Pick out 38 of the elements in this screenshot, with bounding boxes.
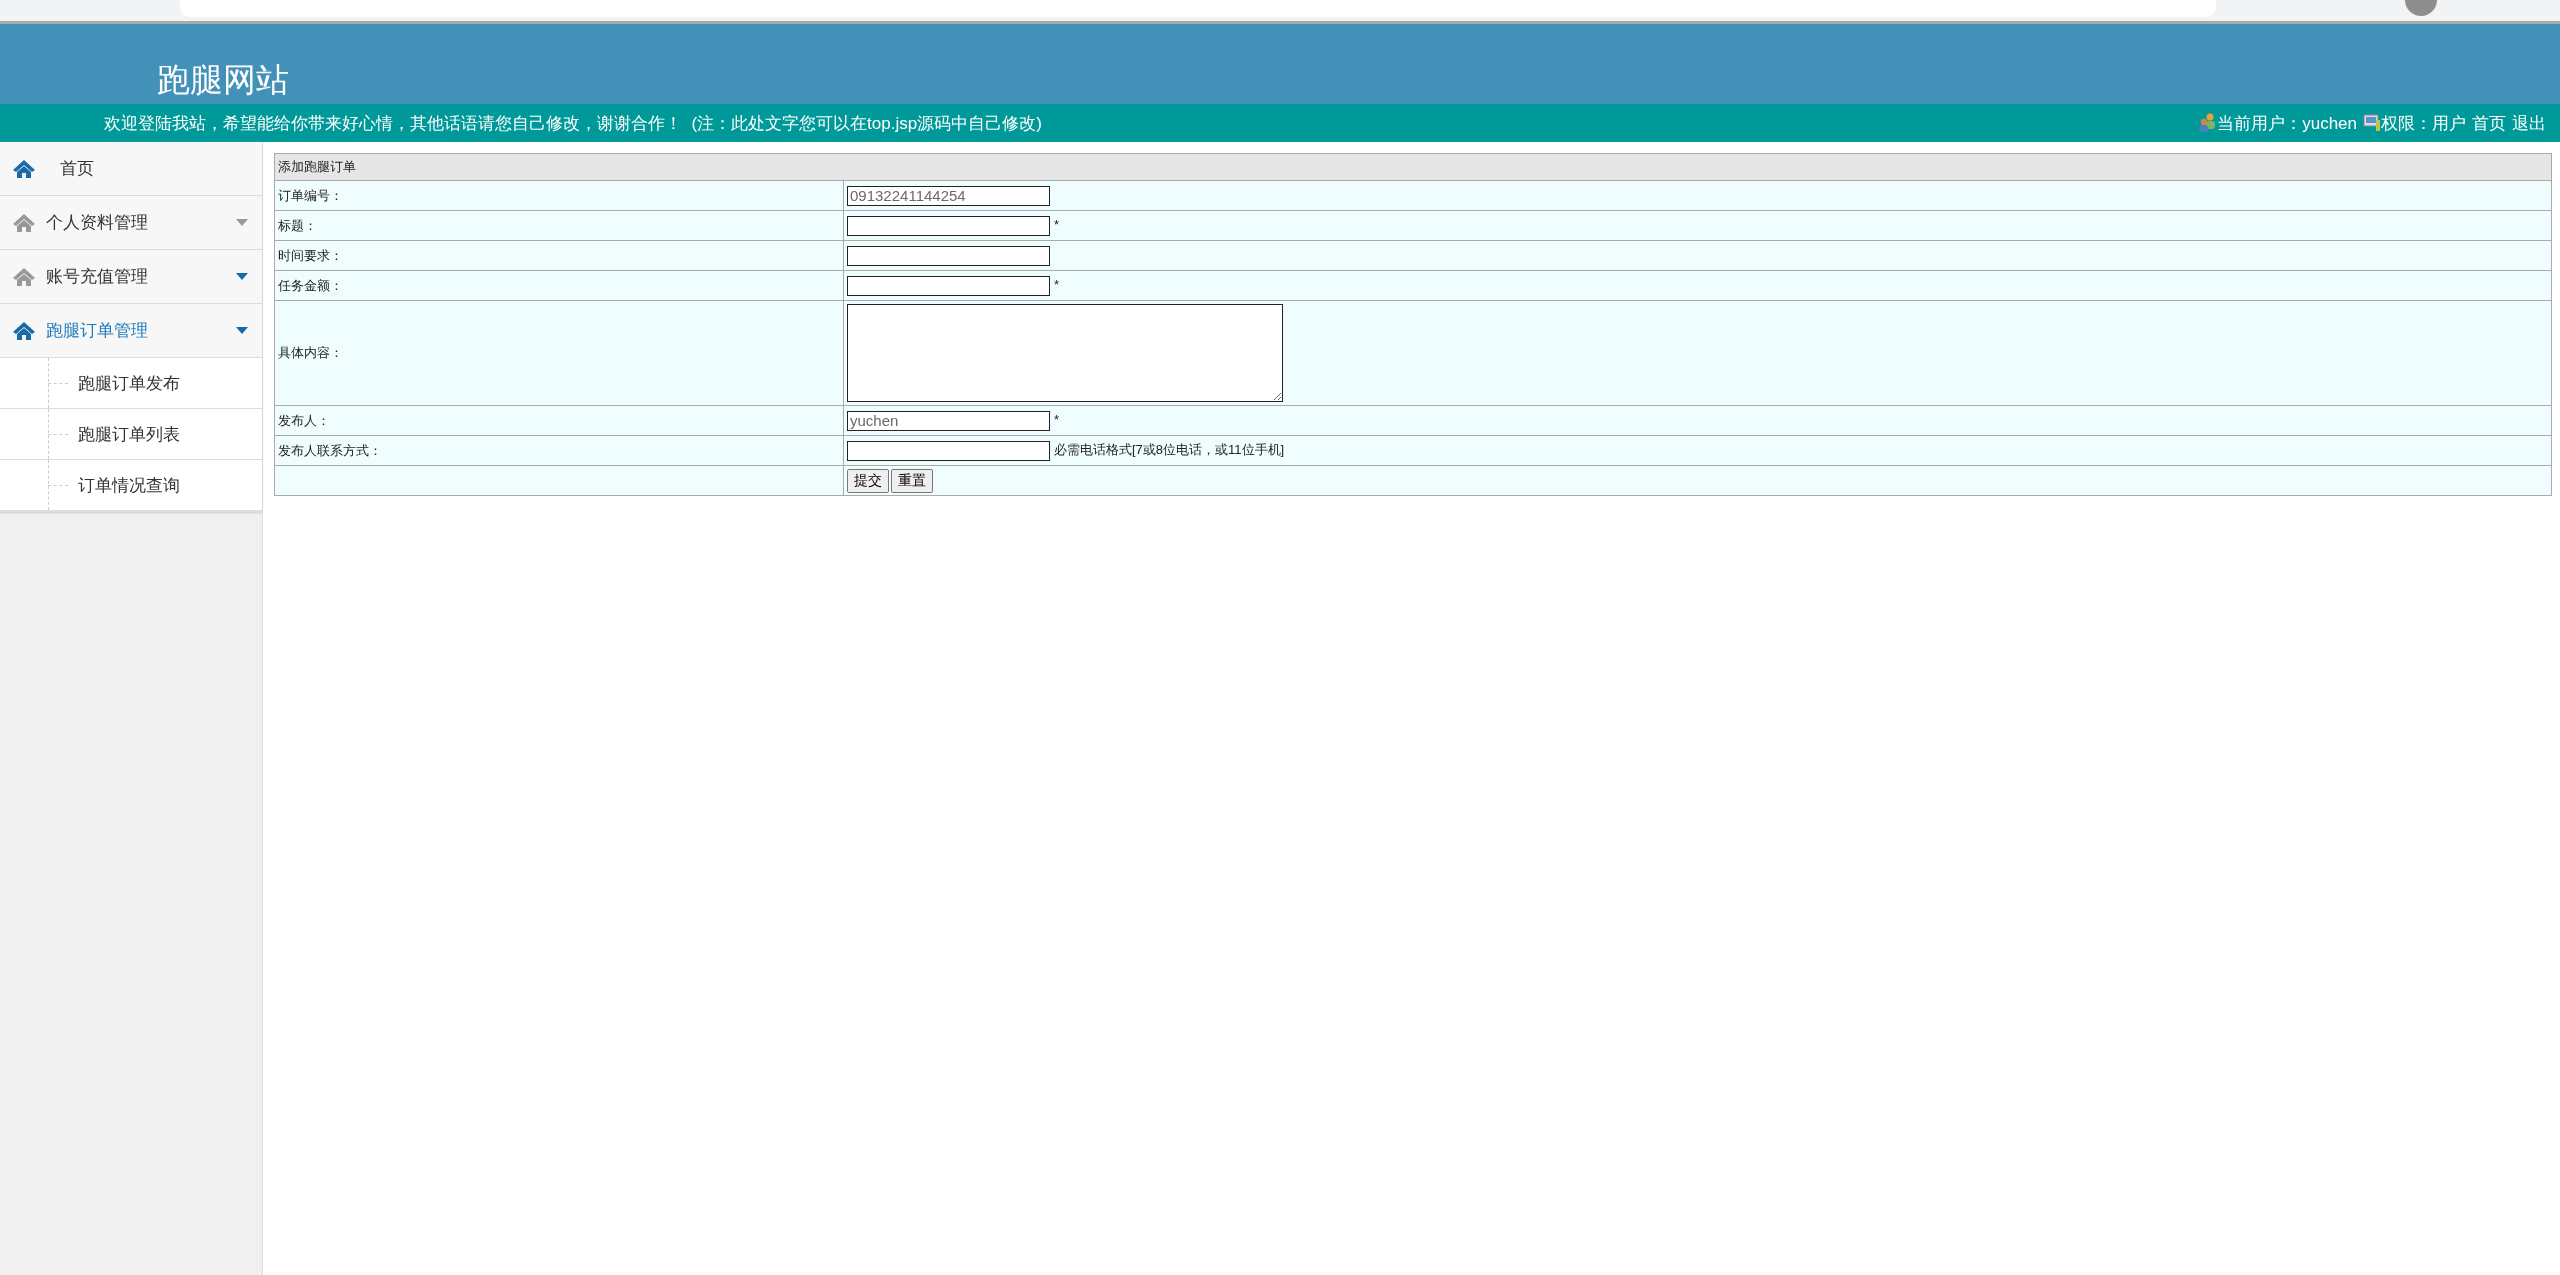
home-icon bbox=[12, 158, 36, 179]
form-button[interactable]: 提交 bbox=[847, 468, 889, 493]
field-note: 必需电话格式[7或8位电话，或11位手机] bbox=[1054, 441, 1285, 457]
home-icon bbox=[12, 266, 36, 287]
input-field[interactable] bbox=[847, 440, 1050, 461]
field-note: * bbox=[1054, 276, 1060, 292]
welcome-notice: 欢迎登陆我站，希望能给你带来好心情，其他话语请您自己修改，谢谢合作！ (注：此处文字您可以在top.jsp源码中自己修改) bbox=[104, 112, 1043, 135]
home-icon bbox=[12, 320, 36, 341]
field-label: 发布人联系方式： bbox=[278, 442, 382, 458]
permission-label: 权限：用户 bbox=[2381, 112, 2466, 135]
field-label: 发布人： bbox=[278, 412, 330, 428]
field-label: 具体内容： bbox=[278, 345, 343, 360]
current-user: 当前用户：yuchen bbox=[2217, 112, 2357, 135]
field-label: 时间要求： bbox=[278, 247, 343, 263]
submenu-item[interactable]: 跑腿订单列表 bbox=[0, 409, 262, 460]
sidebar-item[interactable]: 首页 bbox=[0, 142, 262, 196]
input-field[interactable] bbox=[847, 215, 1050, 236]
field-label: 标题： bbox=[278, 217, 317, 233]
sidebar-item[interactable]: 账号充值管理 bbox=[0, 250, 262, 304]
text-area[interactable] bbox=[847, 304, 1283, 402]
users-icon bbox=[2198, 113, 2218, 133]
sidebar-item[interactable]: 跑腿订单管理 bbox=[0, 304, 262, 358]
input-field[interactable]: yuchen bbox=[847, 410, 1050, 431]
field-note: * bbox=[1054, 216, 1060, 232]
site-title: 跑腿网站 bbox=[157, 61, 289, 100]
input-field[interactable] bbox=[847, 245, 1050, 266]
home-icon bbox=[12, 212, 36, 233]
computer-icon bbox=[2363, 114, 2381, 132]
form-title: 添加跑腿订单 bbox=[274, 153, 2552, 181]
sidebar-item[interactable]: 个人资料管理 bbox=[0, 196, 262, 250]
input-field[interactable] bbox=[847, 275, 1050, 296]
submenu-item[interactable]: 跑腿订单发布 bbox=[0, 358, 262, 409]
form-button[interactable]: 重置 bbox=[891, 468, 933, 493]
input-field[interactable]: 09132241144254 bbox=[847, 185, 1050, 206]
field-label: 订单编号： bbox=[278, 187, 343, 203]
submenu-item[interactable]: 订单情况查询 bbox=[0, 460, 262, 511]
field-note: * bbox=[1054, 411, 1060, 427]
field-label: 任务金额： bbox=[278, 277, 343, 293]
